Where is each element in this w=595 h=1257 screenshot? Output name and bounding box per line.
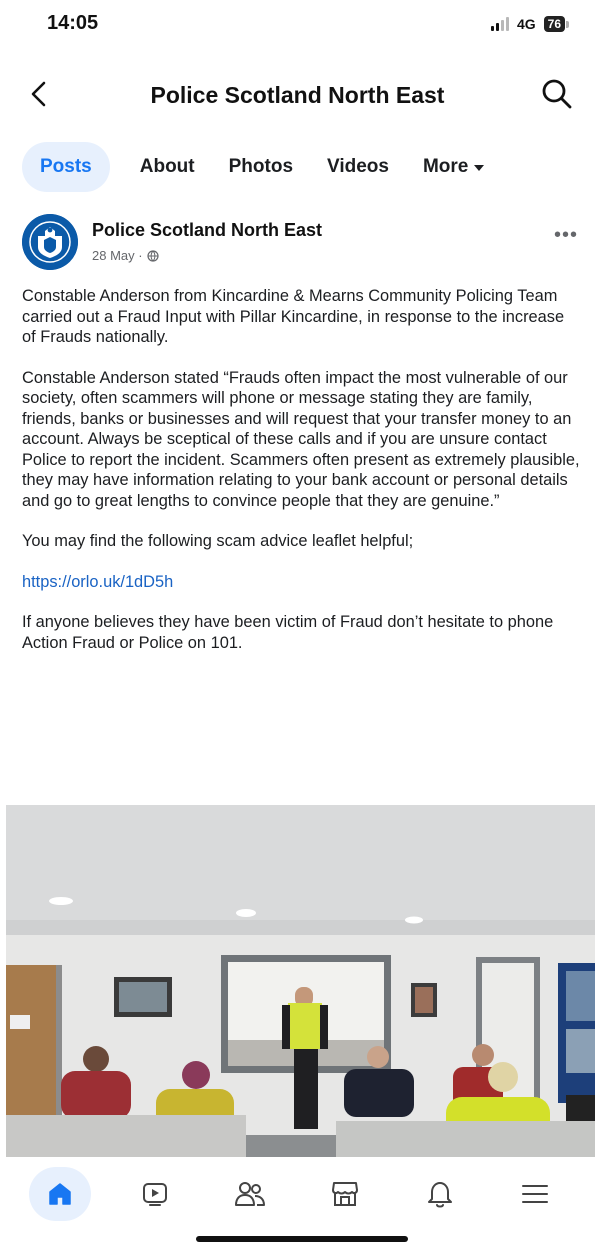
- nav-menu[interactable]: [500, 1164, 570, 1224]
- chevron-left-icon: [31, 81, 46, 107]
- post-photo[interactable]: [6, 805, 595, 1157]
- caret-down-icon: [474, 165, 485, 171]
- home-icon: [48, 1183, 71, 1205]
- tab-about[interactable]: About: [140, 142, 195, 192]
- nav-friends[interactable]: [215, 1164, 285, 1224]
- page-title: Police Scotland North East: [150, 82, 445, 108]
- profile-tabs: Posts About Photos Videos More: [22, 142, 485, 192]
- police-crest-icon: [22, 214, 78, 270]
- tab-videos[interactable]: Videos: [327, 142, 389, 192]
- status-indicators: 4G 76: [490, 16, 569, 32]
- network-type: 4G: [516, 16, 536, 32]
- leaflet-link[interactable]: https://orlo.uk/1dD5h: [22, 572, 582, 593]
- search-button[interactable]: [539, 76, 575, 112]
- post-paragraph: Constable Anderson stated “Frauds often …: [22, 368, 580, 510]
- video-icon: [142, 1183, 167, 1206]
- home-indicator[interactable]: [196, 1236, 408, 1242]
- post-paragraph: If anyone believes they have been victim…: [22, 613, 554, 652]
- friends-icon: [234, 1182, 265, 1206]
- battery-level: 76: [543, 16, 565, 32]
- battery-icon: 76: [543, 16, 569, 32]
- bottom-nav: [0, 1157, 595, 1231]
- photo-scene: [6, 805, 595, 1157]
- globe-icon: [146, 249, 159, 262]
- search-icon: [542, 79, 572, 109]
- post-header: Police Scotland North East 28 May · •••: [22, 212, 582, 272]
- status-time: 14:05: [47, 12, 99, 34]
- tab-more[interactable]: More: [422, 142, 485, 192]
- page-header: Police Scotland North East: [0, 70, 595, 118]
- post-paragraph: You may find the following scam advice l…: [22, 532, 414, 550]
- post-date: 28 May ·: [92, 248, 143, 263]
- post-options-button[interactable]: •••: [554, 224, 578, 247]
- post-body: Constable Anderson from Kincardine & Mea…: [22, 286, 582, 673]
- status-bar: 14:05 4G 76: [0, 0, 595, 50]
- bell-icon: [428, 1182, 453, 1208]
- post-meta: 28 May ·: [92, 248, 159, 263]
- back-button[interactable]: [24, 78, 54, 110]
- post-author[interactable]: Police Scotland North East: [92, 220, 322, 241]
- tab-posts[interactable]: Posts: [22, 142, 110, 192]
- menu-icon: [522, 1185, 549, 1203]
- avatar[interactable]: [22, 214, 78, 270]
- nav-marketplace[interactable]: [310, 1164, 380, 1224]
- marketplace-icon: [332, 1182, 359, 1206]
- tab-photos[interactable]: Photos: [229, 142, 293, 192]
- signal-icon: [490, 17, 509, 31]
- nav-home[interactable]: [25, 1164, 95, 1224]
- post-paragraph: Constable Anderson from Kincardine & Mea…: [22, 287, 565, 346]
- tab-more-label: More: [422, 156, 469, 177]
- nav-video[interactable]: [120, 1164, 190, 1224]
- nav-notifications[interactable]: [405, 1164, 475, 1224]
